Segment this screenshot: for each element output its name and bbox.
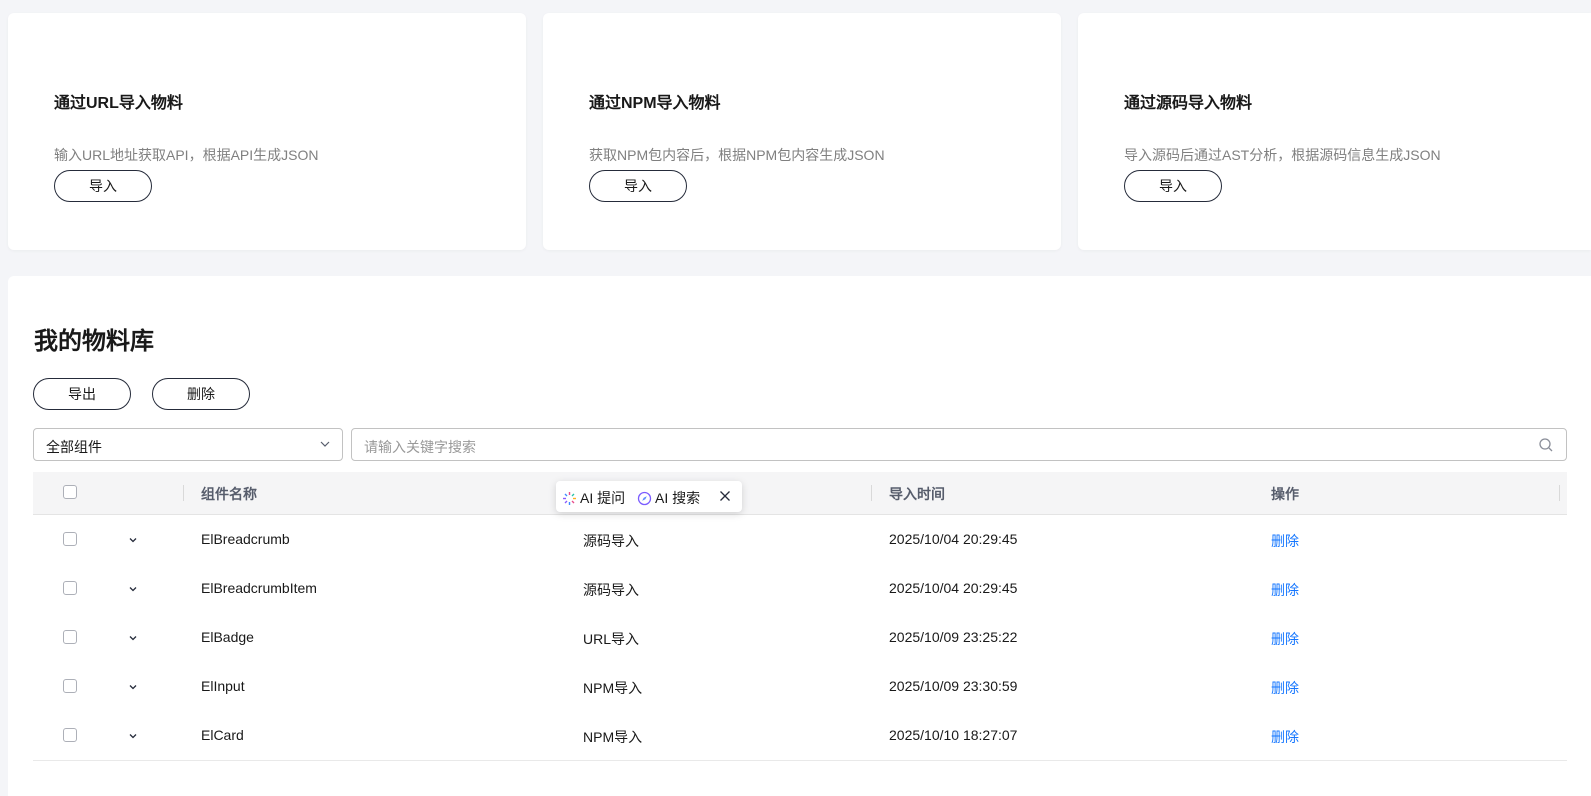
row-checkbox[interactable] (63, 630, 77, 644)
chevron-down-icon (320, 441, 330, 447)
row-checkbox[interactable] (63, 581, 77, 595)
row-delete-link[interactable]: 删除 (1271, 629, 1299, 649)
import-source: NPM导入 (583, 680, 643, 696)
search-placeholder: 请输入关键字搜索 (364, 439, 476, 455)
card-description: 输入URL地址获取API，根据API生成JSON (54, 147, 319, 163)
component-name: ElBadge (201, 629, 254, 645)
component-name: ElBreadcrumbItem (201, 580, 317, 596)
import-source-button[interactable]: 导入 (1124, 170, 1222, 202)
row-delete-link[interactable]: 删除 (1271, 727, 1299, 747)
chevron-down-icon[interactable] (127, 583, 139, 595)
sparkle-icon (563, 491, 576, 505)
ai-popup: AI 提问 AI 搜索 (556, 481, 742, 512)
select-all-checkbox[interactable] (63, 485, 77, 499)
import-source: URL导入 (583, 631, 640, 647)
component-name: ElInput (201, 678, 245, 694)
component-name: ElCard (201, 727, 244, 743)
card-title: 通过NPM导入物料 (589, 95, 721, 112)
component-name: ElBreadcrumb (201, 531, 290, 547)
card-description: 获取NPM包内容后，根据NPM包内容生成JSON (589, 147, 885, 163)
import-card-source: 通过源码导入物料 导入源码后通过AST分析，根据源码信息生成JSON 导入 (1078, 13, 1591, 250)
card-title: 通过源码导入物料 (1124, 95, 1253, 112)
material-library-panel: 我的物料库 导出 删除 全部组件 请输入关键字搜索 组件名称 导入时间 操作 E… (8, 276, 1591, 796)
row-delete-link[interactable]: 删除 (1271, 678, 1299, 698)
row-delete-link[interactable]: 删除 (1271, 580, 1299, 600)
import-source: 源码导入 (583, 533, 639, 549)
row-checkbox[interactable] (63, 679, 77, 693)
delete-button[interactable]: 删除 (152, 378, 250, 410)
row-checkbox[interactable] (63, 728, 77, 742)
column-divider (183, 485, 184, 501)
import-card-url: 通过URL导入物料 输入URL地址获取API，根据API生成JSON 导入 (8, 13, 526, 250)
column-header-time[interactable]: 导入时间 (889, 484, 945, 504)
column-divider (871, 485, 872, 501)
chevron-down-icon[interactable] (127, 632, 139, 644)
ai-search-button[interactable]: AI 搜索 (637, 488, 700, 508)
table-row: ElBreadcrumbItem 源码导入 2025/10/04 20:29:4… (33, 564, 1567, 614)
chevron-down-icon[interactable] (127, 730, 139, 742)
import-time: 2025/10/09 23:30:59 (889, 678, 1018, 694)
column-header-action: 操作 (1271, 486, 1299, 502)
table-row: ElInput NPM导入 2025/10/09 23:30:59 删除 (33, 662, 1567, 712)
table-row: ElBreadcrumb 源码导入 2025/10/04 20:29:45 删除 (33, 515, 1567, 565)
select-value: 全部组件 (46, 439, 102, 455)
chevron-down-icon[interactable] (127, 534, 139, 546)
page-title: 我的物料库 (34, 328, 154, 355)
import-card-npm: 通过NPM导入物料 获取NPM包内容后，根据NPM包内容生成JSON 导入 (543, 13, 1061, 250)
row-delete-link[interactable]: 删除 (1271, 531, 1299, 551)
card-description: 导入源码后通过AST分析，根据源码信息生成JSON (1124, 147, 1441, 163)
close-icon[interactable] (719, 490, 731, 502)
import-source: 源码导入 (583, 582, 639, 598)
ai-ask-label: AI 提问 (580, 490, 626, 506)
ai-ask-button[interactable]: AI 提问 (562, 488, 625, 508)
compass-icon (637, 491, 652, 505)
import-time: 2025/10/04 20:29:45 (889, 531, 1018, 547)
import-url-button[interactable]: 导入 (54, 170, 152, 202)
table-row: ElBadge URL导入 2025/10/09 23:25:22 删除 (33, 613, 1567, 663)
chevron-down-icon[interactable] (127, 681, 139, 693)
import-time: 2025/10/04 20:29:45 (889, 580, 1018, 596)
import-source: NPM导入 (583, 729, 643, 745)
export-button[interactable]: 导出 (33, 378, 131, 410)
import-time: 2025/10/09 23:25:22 (889, 629, 1018, 645)
column-header-name[interactable]: 组件名称 (201, 484, 257, 504)
row-checkbox[interactable] (63, 532, 77, 546)
import-npm-button[interactable]: 导入 (589, 170, 687, 202)
column-divider (1559, 485, 1560, 501)
search-input[interactable]: 请输入关键字搜索 (351, 428, 1567, 461)
table-row: ElCard NPM导入 2025/10/10 18:27:07 删除 (33, 711, 1567, 761)
table-header: 组件名称 导入时间 操作 (33, 472, 1567, 515)
card-title: 通过URL导入物料 (54, 95, 183, 112)
search-icon[interactable] (1538, 437, 1554, 453)
component-filter-select[interactable]: 全部组件 (33, 428, 343, 461)
import-time: 2025/10/10 18:27:07 (889, 727, 1018, 743)
ai-search-label: AI 搜索 (655, 490, 701, 506)
